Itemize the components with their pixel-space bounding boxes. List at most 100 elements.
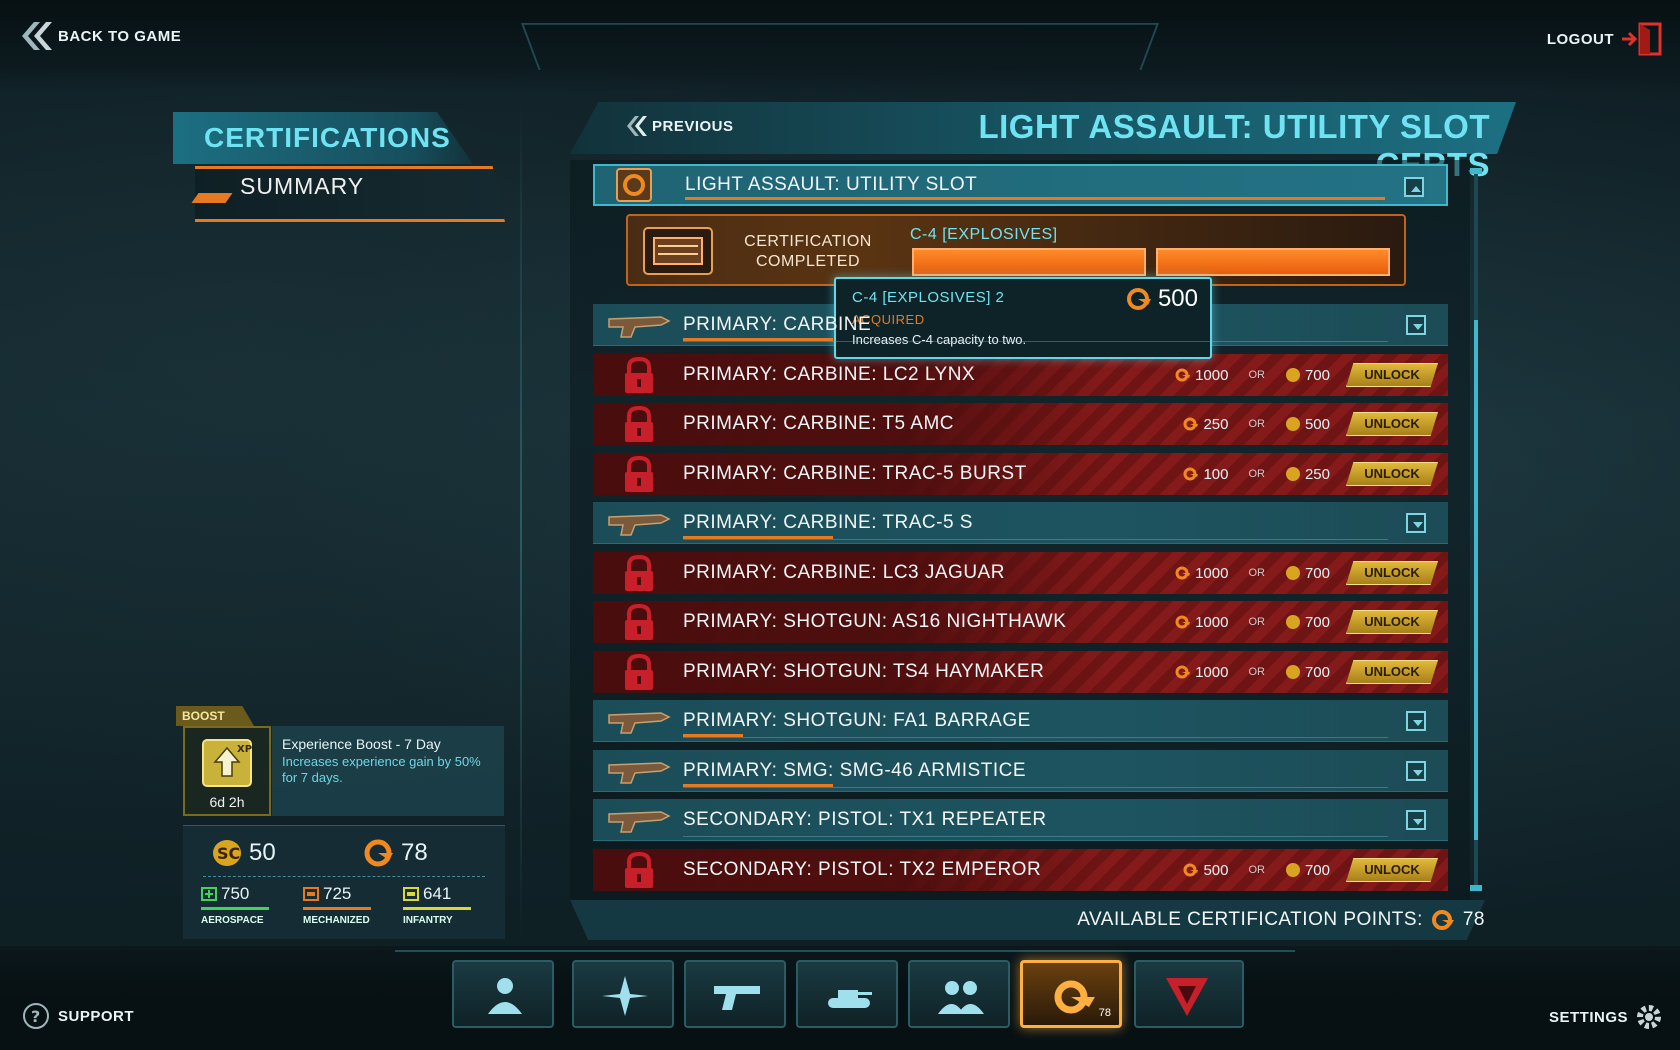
expand-button[interactable] [1406, 761, 1426, 781]
weapon-icon [608, 761, 671, 784]
unlock-cost: 1000 OR 700 [1175, 601, 1330, 643]
unlock-cost: 1000 OR 700 [1175, 651, 1330, 693]
list-item[interactable]: PRIMARY: CARBINE: LC3 JAGUAR 1000 OR 700 UNL… [593, 552, 1448, 594]
unlock-button[interactable]: UNLOCK [1346, 412, 1438, 436]
nav-character-button[interactable] [452, 960, 554, 1028]
cert-points-icon [1175, 368, 1191, 382]
scrollbar-cap-top [1470, 168, 1482, 174]
lock-icon [625, 405, 653, 442]
infantry-label: INFANTRY [403, 915, 453, 926]
back-to-game-button[interactable]: BACK TO GAME [18, 20, 181, 52]
cert-points-icon [1431, 910, 1454, 930]
cert-tooltip: C-4 [EXPLOSIVES] 2 ACQUIRED Increases C-… [834, 277, 1212, 359]
unlock-button[interactable]: UNLOCK [1346, 363, 1438, 387]
list-item[interactable]: SECONDARY: PISTOL: TX2 EMPEROR 500 OR 700 UN… [593, 849, 1448, 891]
nav-map-button[interactable] [572, 960, 674, 1028]
unlock-cost: 500 OR 700 [1183, 849, 1330, 891]
boost-card[interactable]: XP 6d 2h [183, 726, 271, 816]
infantry-icon [403, 887, 419, 901]
daybreak-cash-icon [1285, 417, 1300, 431]
aerospace-bar [201, 907, 269, 910]
cash-cost: 700 [1304, 861, 1330, 879]
mechanized-value: 725 [323, 884, 352, 903]
lock-icon [625, 653, 653, 690]
unlock-button[interactable]: UNLOCK [1346, 660, 1438, 684]
list-item[interactable]: PRIMARY: SHOTGUN: AS16 NIGHTHAWK 1000 OR 70… [593, 601, 1448, 643]
row-label: PRIMARY: SHOTGUN: TS4 HAYMAKER [683, 661, 1045, 682]
infantry-value: 641 [423, 884, 452, 903]
list-item[interactable]: PRIMARY: SHOTGUN: FA1 BARRAGE [593, 700, 1448, 742]
expand-button[interactable] [1406, 315, 1426, 335]
panel-divider [520, 100, 522, 940]
row-label: PRIMARY: CARBINE: T5 AMC [683, 413, 955, 434]
aerospace-value: 750 [221, 884, 250, 903]
cert-rank-2-bar[interactable] [1156, 248, 1390, 276]
unlock-button[interactable]: UNLOCK [1346, 561, 1438, 585]
previous-button[interactable]: PREVIOUS [624, 115, 734, 137]
daybreak-cash-icon [1285, 615, 1300, 629]
daybreak-cash-value: 50 [249, 839, 276, 866]
list-item[interactable]: PRIMARY: SMG: SMG-46 ARMISTICE [593, 750, 1448, 792]
boost-time-left: 6d 2h [209, 794, 245, 810]
nav-vehicles-button[interactable] [796, 960, 898, 1028]
cert-completed-status: CERTIFICATION COMPLETED [738, 232, 878, 272]
list-item[interactable]: PRIMARY: SHOTGUN: TS4 HAYMAKER 1000 OR 700 U… [593, 651, 1448, 693]
boost-tag: BOOST [176, 706, 254, 726]
boost-description: Increases experience gain by 50% for 7 d… [282, 754, 481, 785]
gear-icon [1637, 1005, 1661, 1029]
expand-button[interactable] [1406, 810, 1426, 830]
logout-door-icon [1622, 22, 1662, 56]
back-to-game-label: BACK TO GAME [58, 27, 182, 45]
row-label: PRIMARY: CARBINE: LC2 LYNX [683, 364, 976, 385]
logout-button[interactable]: LOGOUT [1547, 22, 1664, 56]
unlock-button[interactable]: UNLOCK [1346, 858, 1438, 882]
row-progress-bar [683, 784, 833, 787]
nav-certifications-button[interactable]: 78 [1020, 960, 1122, 1028]
row-progress-bar [683, 536, 833, 539]
cert-rank-1-bar[interactable] [912, 248, 1146, 276]
daybreak-cash-icon [1285, 665, 1300, 679]
unlock-button[interactable]: UNLOCK [1346, 462, 1438, 486]
support-button[interactable]: ? SUPPORT [22, 1002, 134, 1030]
scrollbar-thumb[interactable] [1474, 320, 1478, 840]
unlock-button[interactable]: UNLOCK [1346, 610, 1438, 634]
list-item-utility-slot[interactable]: LIGHT ASSAULT: UTILITY SLOT [593, 164, 1448, 206]
tank-icon [828, 990, 872, 1008]
list-item[interactable]: PRIMARY: CARBINE: TRAC-5 S [593, 502, 1448, 544]
map-compass-icon [602, 976, 648, 1016]
nav-weapons-button[interactable] [684, 960, 786, 1028]
cert-status-line2: COMPLETED [755, 253, 861, 270]
lock-icon [625, 554, 653, 591]
daybreak-cash-icon [1285, 368, 1300, 382]
row-separator [683, 341, 1388, 342]
list-item[interactable]: SECONDARY: PISTOL: TX1 REPEATER [593, 799, 1448, 841]
cert-cost: 250 [1203, 415, 1229, 433]
top-frame [520, 22, 1160, 70]
nav-squad-button[interactable] [908, 960, 1010, 1028]
settings-button[interactable]: SETTINGS [1549, 1002, 1664, 1032]
or-label: OR [1248, 567, 1265, 579]
cert-cost: 500 [1203, 861, 1229, 879]
list-item[interactable]: PRIMARY: CARBINE: LC2 LYNX 1000 OR 700 UNLOC… [593, 354, 1448, 396]
weapon-icon [608, 315, 671, 338]
nav-outfit-button[interactable] [1134, 960, 1244, 1028]
double-chevron-left-icon [627, 116, 647, 136]
unlock-cost: 100 OR 250 [1183, 453, 1330, 495]
cash-cost: 500 [1304, 415, 1330, 433]
cert-cost: 1000 [1195, 613, 1229, 631]
mechanized-resource: 725 MECHANIZED [303, 884, 383, 926]
completed-cert-entry[interactable]: CERTIFICATION COMPLETED C-4 [EXPLOSIVES] [626, 214, 1406, 286]
lock-icon [625, 603, 653, 640]
boost-name: Experience Boost - 7 Day [282, 736, 441, 752]
cash-cost: 700 [1304, 663, 1330, 681]
cert-name: C-4 [EXPLOSIVES] [910, 226, 1058, 243]
expand-button[interactable] [1406, 711, 1426, 731]
previous-label: PREVIOUS [652, 117, 734, 135]
list-item[interactable]: PRIMARY: CARBINE: T5 AMC 250 OR 500 UNLOCK [593, 403, 1448, 445]
row-separator [683, 539, 1388, 540]
expand-button[interactable] [1406, 513, 1426, 533]
tooltip-name: C-4 [EXPLOSIVES] 2 [852, 289, 1005, 306]
collapse-button[interactable] [1404, 177, 1424, 197]
daybreak-cash-icon: SC [213, 840, 241, 866]
list-item[interactable]: PRIMARY: CARBINE: TRAC-5 BURST 100 OR 250 UN… [593, 453, 1448, 495]
